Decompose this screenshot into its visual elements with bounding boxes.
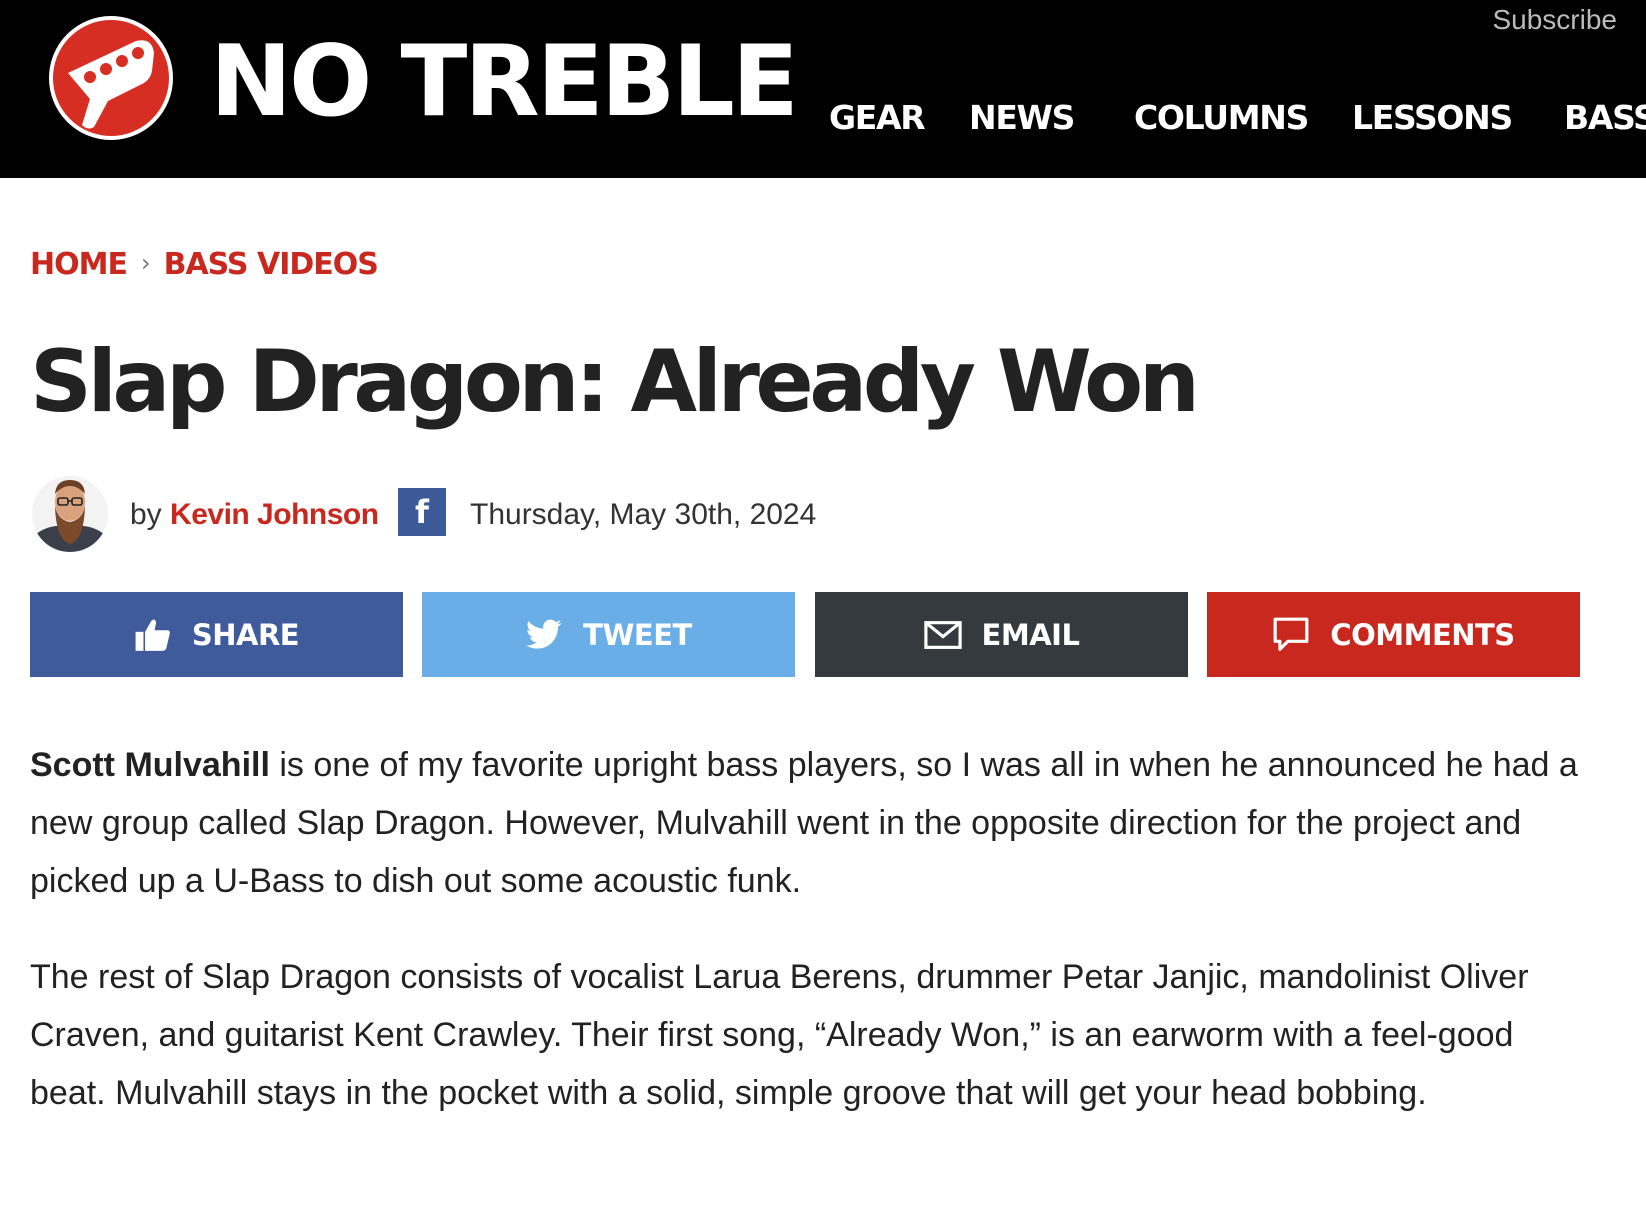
thumbs-up-icon xyxy=(135,618,170,651)
envelope-icon xyxy=(923,620,962,649)
breadcrumb-separator: › xyxy=(140,249,151,277)
breadcrumb-bass-videos[interactable]: BASS VIDEOS xyxy=(164,247,379,282)
breadcrumb-home[interactable]: HOME xyxy=(30,247,128,282)
article-paragraph: The rest of Slap Dragon consists of voca… xyxy=(30,958,1529,1112)
breadcrumb: HOME › BASS VIDEOS xyxy=(30,247,379,282)
author-link[interactable]: Kevin Johnson xyxy=(170,498,379,531)
publish-date: Thursday, May 30th, 2024 xyxy=(470,498,817,531)
facebook-icon: f xyxy=(415,493,429,531)
bass-headstock-logo-icon[interactable] xyxy=(48,15,174,141)
byline-prefix: by xyxy=(130,498,162,531)
nav-item-lessons[interactable]: LESSONS xyxy=(1352,98,1513,137)
email-button[interactable]: EMAIL xyxy=(815,592,1188,677)
tweet-button[interactable]: TWEET xyxy=(422,592,795,677)
comments-button-label: COMMENTS xyxy=(1330,617,1515,652)
email-button-label: EMAIL xyxy=(981,617,1080,652)
share-button-label: SHARE xyxy=(191,617,300,652)
site-logo-text[interactable]: NO TREBLE xyxy=(210,26,799,138)
twitter-bird-icon xyxy=(526,619,562,649)
page-title: Slap Dragon: Already Won xyxy=(30,332,1200,432)
article-paragraph: Scott Mulvahill is one of my favorite up… xyxy=(30,736,1590,910)
nav-item-gear[interactable]: GEAR xyxy=(829,98,926,137)
nav-item-news[interactable]: NEWS xyxy=(969,98,1075,137)
byline-text: by Kevin Johnson xyxy=(130,498,379,532)
tweet-button-label: TWEET xyxy=(583,617,692,652)
nav-item-columns[interactable]: COLUMNS xyxy=(1134,98,1309,137)
comments-button[interactable]: COMMENTS xyxy=(1207,592,1580,677)
byline: by Kevin Johnson f Thursday, May 30th, 2… xyxy=(30,468,930,558)
paragraph-bold-name: Scott Mulvahill xyxy=(30,746,270,784)
share-button[interactable]: SHARE xyxy=(30,592,403,677)
avatar[interactable] xyxy=(30,468,110,554)
nav-item-bass[interactable]: BASS xyxy=(1564,98,1646,137)
subscribe-link[interactable]: Subscribe xyxy=(1492,4,1617,36)
speech-bubble-icon xyxy=(1273,617,1309,651)
site-header: NO TREBLE Subscribe GEAR NEWS COLUMNS LE… xyxy=(0,0,1646,178)
author-facebook-button[interactable]: f xyxy=(398,488,446,536)
